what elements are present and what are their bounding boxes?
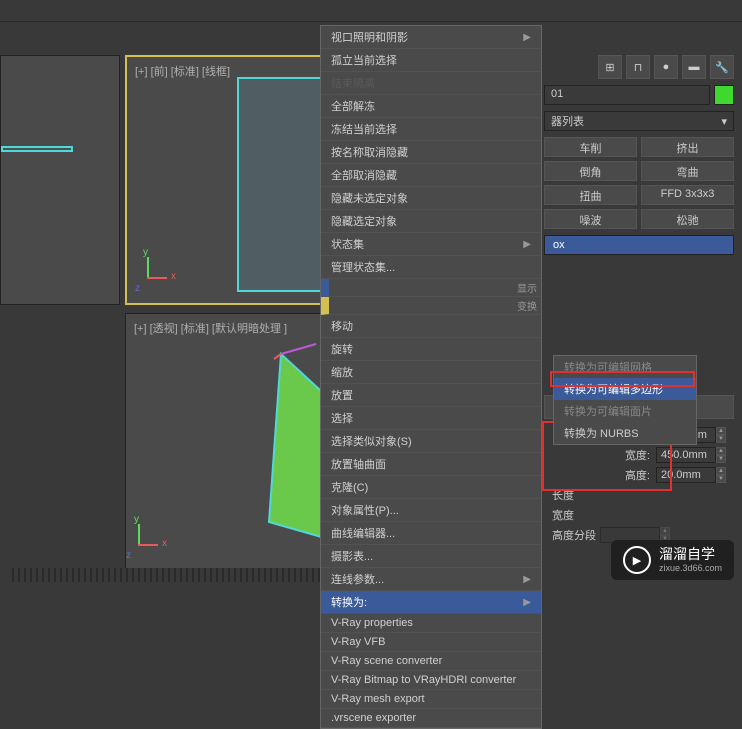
chevron-down-icon: ▾ [721, 115, 727, 128]
viewport-front-label: [+] [前] [标准] [线框] [135, 63, 230, 79]
viewport-persp-label: [+] [透视] [标准] [默认明暗处理 ] [134, 320, 287, 336]
mod-btn-lathe[interactable]: 车削 [544, 137, 637, 157]
spinner-up-icon[interactable]: ▲ [660, 527, 670, 535]
ctx-object-props[interactable]: 对象属性(P)... [321, 499, 541, 522]
sub-editable-patch[interactable]: 转换为可编辑面片 [554, 400, 696, 422]
mod-btn-ffd[interactable]: FFD 3x3x3 [641, 185, 734, 205]
ctx-select-similar[interactable]: 选择类似对象(S) [321, 430, 541, 453]
tool-icon-3[interactable]: ● [654, 55, 678, 79]
ctx-section-transform: 变换 [321, 297, 541, 315]
ctx-unfreeze-all[interactable]: 全部解冻 [321, 95, 541, 118]
ctx-scale[interactable]: 缩放 [321, 361, 541, 384]
ctx-viewport-lighting[interactable]: 视口照明和阴影▶ [321, 26, 541, 49]
ctx-vray-scene-conv[interactable]: V-Ray scene converter [321, 652, 541, 671]
heightseg-label: 高度分段 [552, 527, 596, 543]
ctx-isolate[interactable]: 孤立当前选择 [321, 49, 541, 72]
ctx-vray-props[interactable]: V-Ray properties [321, 614, 541, 633]
ctx-freeze-sel[interactable]: 冻结当前选择 [321, 118, 541, 141]
tool-icon-wrench[interactable]: 🔧 [710, 55, 734, 79]
chevron-right-icon: ▶ [523, 239, 531, 250]
object-name-field[interactable]: 01 [544, 85, 710, 105]
mod-btn-bend[interactable]: 弯曲 [641, 161, 734, 181]
ctx-wire-params[interactable]: 连线参数...▶ [321, 568, 541, 591]
ctx-select[interactable]: 选择 [321, 407, 541, 430]
ctx-unhide-by-name[interactable]: 按名称取消隐藏 [321, 141, 541, 164]
ctx-dope-sheet[interactable]: 摄影表... [321, 545, 541, 568]
mod-btn-extrude[interactable]: 挤出 [641, 137, 734, 157]
ctx-rotate[interactable]: 旋转 [321, 338, 541, 361]
spinner-up-icon[interactable]: ▲ [716, 467, 726, 475]
modifier-list-dropdown[interactable]: 器列表 ▾ [544, 111, 734, 131]
ctx-place[interactable]: 放置 [321, 384, 541, 407]
ctx-place-pivot[interactable]: 放置轴曲面 [321, 453, 541, 476]
spinner-down-icon[interactable]: ▼ [716, 475, 726, 483]
ctx-section-display: 显示 [321, 279, 541, 297]
sub-nurbs[interactable]: 转换为 NURBS [554, 422, 696, 444]
spinner-up-icon[interactable]: ▲ [716, 447, 726, 455]
chevron-right-icon: ▶ [523, 574, 531, 585]
ctx-hide-selected[interactable]: 隐藏选定对象 [321, 210, 541, 233]
tool-icon-1[interactable]: ⊞ [598, 55, 622, 79]
ctx-vray-bitmap-conv[interactable]: V-Ray Bitmap to VRayHDRI converter [321, 671, 541, 690]
ctx-hide-unselected[interactable]: 隐藏未选定对象 [321, 187, 541, 210]
spinner-down-icon[interactable]: ▼ [716, 455, 726, 463]
mod-btn-twist[interactable]: 扭曲 [544, 185, 637, 205]
watermark: ▶ 溜溜自学 zixue.3d66.com [611, 540, 734, 580]
ctx-unhide-all[interactable]: 全部取消隐藏 [321, 164, 541, 187]
spinner-down-icon[interactable]: ▼ [716, 435, 726, 443]
modifier-stack-item[interactable]: ox [544, 235, 734, 255]
mod-btn-bevel[interactable]: 倒角 [544, 161, 637, 181]
chevron-right-icon: ▶ [523, 597, 531, 608]
ctx-end-isolate: 结束隔离 [321, 72, 541, 95]
ctx-manage-states[interactable]: 管理状态集... [321, 256, 541, 279]
viewport-context-menu: 视口照明和阴影▶ 孤立当前选择 结束隔离 全部解冻 冻结当前选择 按名称取消隐藏… [320, 25, 542, 729]
tool-icon-2[interactable]: ⊓ [626, 55, 650, 79]
width2-label: 宽度 [552, 507, 574, 523]
mod-btn-relax[interactable]: 松驰 [641, 209, 734, 229]
convert-to-submenu: 转换为可编辑网格 转换为可编辑多边形 转换为可编辑面片 转换为 NURBS [553, 355, 697, 445]
ctx-vray-mesh-export[interactable]: V-Ray mesh export [321, 690, 541, 709]
ctx-state-sets[interactable]: 状态集▶ [321, 233, 541, 256]
ctx-convert-to[interactable]: 转换为:▶ [321, 591, 541, 614]
command-panel: 01 器列表 ▾ 车削 挤出 倒角 弯曲 扭曲 FFD 3x3x3 噪波 松驰 … [544, 85, 734, 551]
spinner-up-icon[interactable]: ▲ [716, 427, 726, 435]
ctx-curve-editor[interactable]: 曲线编辑器... [321, 522, 541, 545]
ctx-clone[interactable]: 克隆(C) [321, 476, 541, 499]
play-icon: ▶ [623, 546, 651, 574]
ctx-vray-vfb[interactable]: V-Ray VFB [321, 633, 541, 652]
highlight-annotation-1 [550, 371, 695, 387]
ctx-vrscene-export[interactable]: .vrscene exporter [321, 709, 541, 728]
chevron-right-icon: ▶ [523, 32, 531, 43]
mod-btn-noise[interactable]: 噪波 [544, 209, 637, 229]
ctx-move[interactable]: 移动 [321, 315, 541, 338]
object-color-swatch[interactable] [714, 85, 734, 105]
tool-icon-4[interactable]: ▬ [682, 55, 706, 79]
